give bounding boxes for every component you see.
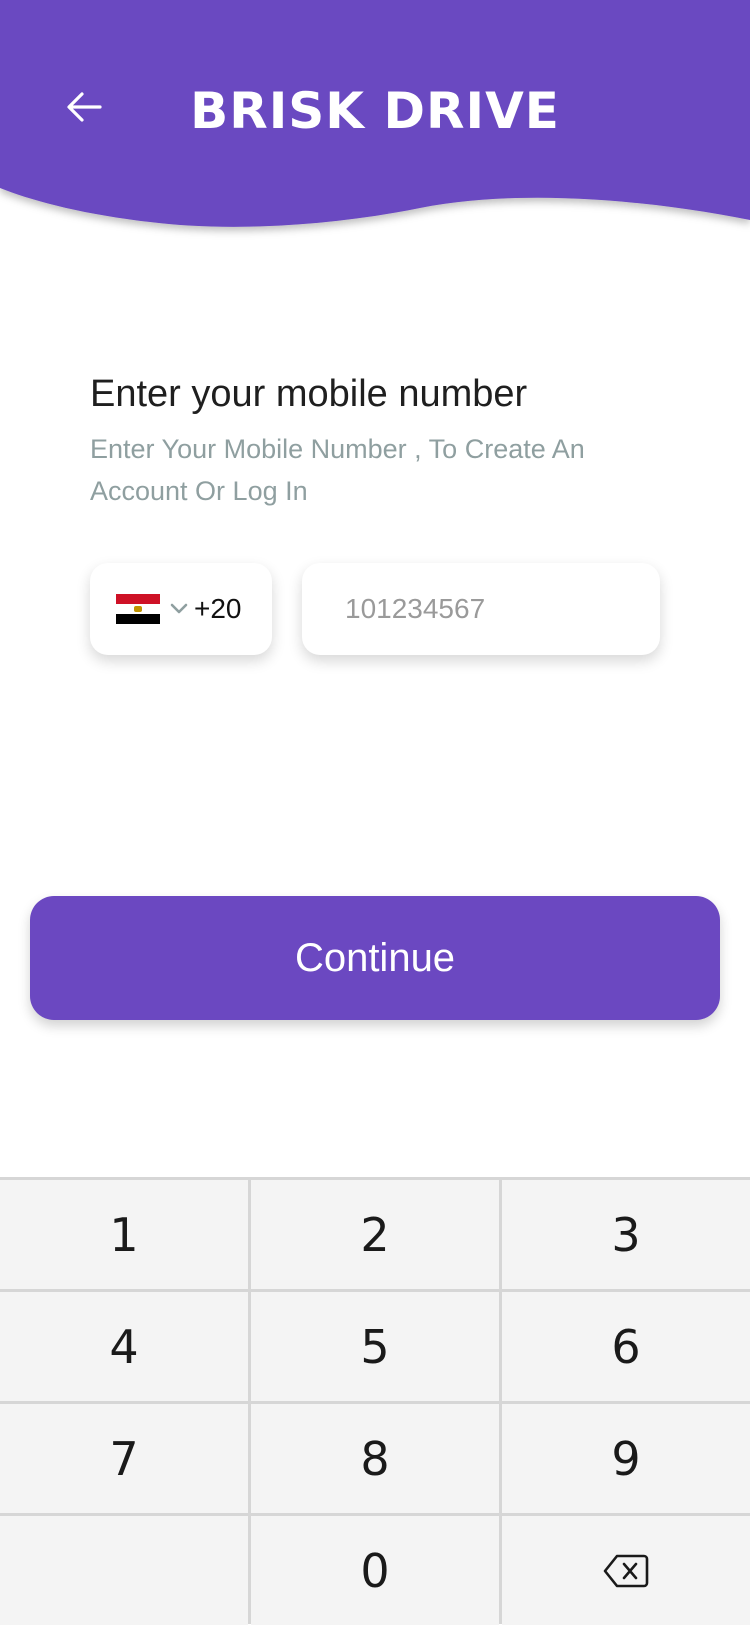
key-9[interactable]: 9 (502, 1404, 750, 1513)
dial-code: +20 (194, 593, 242, 624)
chevron-down-icon (170, 603, 188, 614)
key-8[interactable]: 8 (251, 1404, 499, 1513)
key-5[interactable]: 5 (251, 1292, 499, 1401)
page-subtitle: Enter Your Mobile Number , To Create An … (90, 434, 585, 506)
key-7[interactable]: 7 (0, 1404, 248, 1513)
key-2[interactable]: 2 (251, 1180, 499, 1289)
backspace-icon (603, 1554, 649, 1587)
brand-name: BRISK DRIVE (190, 82, 560, 140)
country-code-picker[interactable]: +20 (90, 563, 272, 655)
key-4[interactable]: 4 (0, 1292, 248, 1401)
key-1[interactable]: 1 (0, 1180, 248, 1289)
key-empty (0, 1516, 248, 1625)
app-header: BRISK DRIVE (0, 0, 750, 240)
key-0[interactable]: 0 (251, 1516, 499, 1625)
key-6[interactable]: 6 (502, 1292, 750, 1401)
brand-logo: BRISK DRIVE (0, 82, 750, 140)
phone-number-input[interactable] (302, 563, 660, 655)
key-3[interactable]: 3 (502, 1180, 750, 1289)
key-backspace[interactable] (502, 1516, 750, 1625)
page-title: Enter your mobile number (90, 373, 528, 415)
continue-button[interactable]: Continue (30, 896, 720, 1020)
egypt-flag-icon (116, 594, 160, 624)
numeric-keypad: 1 2 3 4 5 6 7 8 9 0 (0, 1177, 750, 1625)
